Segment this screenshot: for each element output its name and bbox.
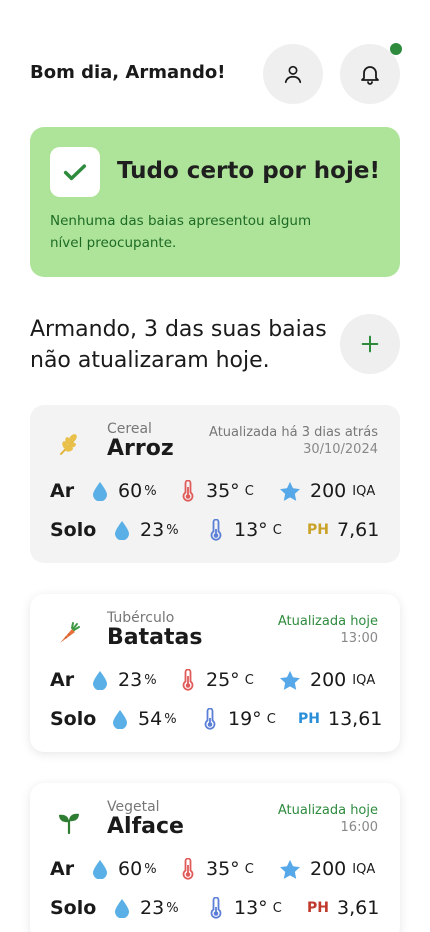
- soil-label: Solo: [50, 897, 97, 919]
- ph-icon: PH: [307, 522, 329, 538]
- star-icon: [278, 669, 302, 691]
- air-quality: 200 IQA: [278, 669, 375, 691]
- section-title: Armando, 3 das suas baias não atualizara…: [30, 317, 327, 373]
- star-icon: [278, 480, 302, 502]
- crop-name: Alface: [107, 814, 184, 839]
- bay-card-arroz[interactable]: Cereal Arroz Atualizada há 3 dias atrás …: [30, 405, 400, 563]
- soil-temperature: 13° C: [206, 519, 282, 541]
- crop-category: Vegetal: [107, 799, 160, 815]
- bay-card-batatas[interactable]: Tubérculo Batatas Atualizada hoje 13:00 …: [30, 594, 400, 752]
- sprout-icon: [59, 813, 79, 835]
- soil-ph: PH 13,61: [298, 708, 383, 730]
- water-drop-icon: [90, 480, 110, 502]
- crop-name: Arroz: [107, 436, 174, 461]
- air-temperature: 35° C: [178, 480, 254, 502]
- air-humidity: 60%: [90, 480, 157, 502]
- air-humidity: 60%: [90, 858, 157, 880]
- crop-name: Batatas: [107, 625, 203, 650]
- banner-title: Tudo certo por hoje!: [117, 158, 380, 184]
- thermometer-icon: [178, 669, 198, 691]
- soil-humidity: 23%: [112, 519, 179, 541]
- check-icon: [63, 164, 87, 181]
- notifications-button[interactable]: [340, 43, 402, 104]
- soil-humidity: 54%: [110, 708, 177, 730]
- update-status: Atualizada há 3 dias atrás: [209, 425, 378, 440]
- carrot-icon: [60, 622, 80, 643]
- update-status: Atualizada hoje: [277, 803, 378, 818]
- update-time: 30/10/2024: [303, 442, 378, 457]
- thermometer-icon: [200, 708, 220, 730]
- header: Bom dia, Armando!: [30, 43, 402, 104]
- greeting: Bom dia, Armando!: [30, 62, 226, 83]
- notification-dot: [390, 43, 402, 55]
- air-temperature: 25° C: [178, 669, 254, 691]
- soil-ph: PH 7,61: [307, 519, 380, 541]
- check-badge: [50, 147, 100, 197]
- water-drop-icon: [90, 858, 110, 880]
- crop-category: Tubérculo: [107, 610, 175, 626]
- thermometer-icon: [178, 480, 198, 502]
- soil-temperature: 13° C: [206, 897, 282, 919]
- soil-humidity: 23%: [112, 897, 179, 919]
- plus-icon: [361, 335, 379, 353]
- status-banner: Tudo certo por hoje! Nenhuma das baias a…: [30, 127, 400, 277]
- water-drop-icon: [112, 519, 132, 541]
- star-icon: [278, 858, 302, 880]
- bell-icon: [361, 66, 379, 85]
- air-label: Ar: [50, 669, 75, 691]
- air-temperature: 35° C: [178, 858, 254, 880]
- user-icon: [284, 65, 302, 84]
- air-label: Ar: [50, 480, 75, 502]
- wheat-icon: [60, 434, 77, 455]
- air-humidity: 23%: [90, 669, 157, 691]
- air-label: Ar: [50, 858, 75, 880]
- water-drop-icon: [112, 897, 132, 919]
- thermometer-icon: [206, 519, 226, 541]
- banner-text: Nenhuma das baias apresentou algum nível…: [50, 213, 312, 251]
- thermometer-icon: [206, 897, 226, 919]
- air-quality: 200 IQA: [278, 858, 375, 880]
- soil-label: Solo: [50, 708, 97, 730]
- add-bay-button[interactable]: [340, 314, 400, 374]
- water-drop-icon: [110, 708, 130, 730]
- bay-card-alface[interactable]: Vegetal Alface Atualizada hoje 16:00 Ar …: [30, 783, 400, 932]
- crop-category: Cereal: [107, 421, 152, 437]
- update-time: 13:00: [340, 631, 378, 646]
- ph-icon: PH: [298, 711, 320, 727]
- update-status: Atualizada hoje: [277, 614, 378, 629]
- soil-temperature: 19° C: [200, 708, 276, 730]
- soil-ph: PH 3,61: [307, 897, 380, 919]
- air-quality: 200 IQA: [278, 480, 375, 502]
- soil-label: Solo: [50, 519, 97, 541]
- ph-icon: PH: [307, 900, 329, 916]
- water-drop-icon: [90, 669, 110, 691]
- profile-button[interactable]: [263, 44, 323, 104]
- thermometer-icon: [178, 858, 198, 880]
- update-time: 16:00: [340, 820, 378, 835]
